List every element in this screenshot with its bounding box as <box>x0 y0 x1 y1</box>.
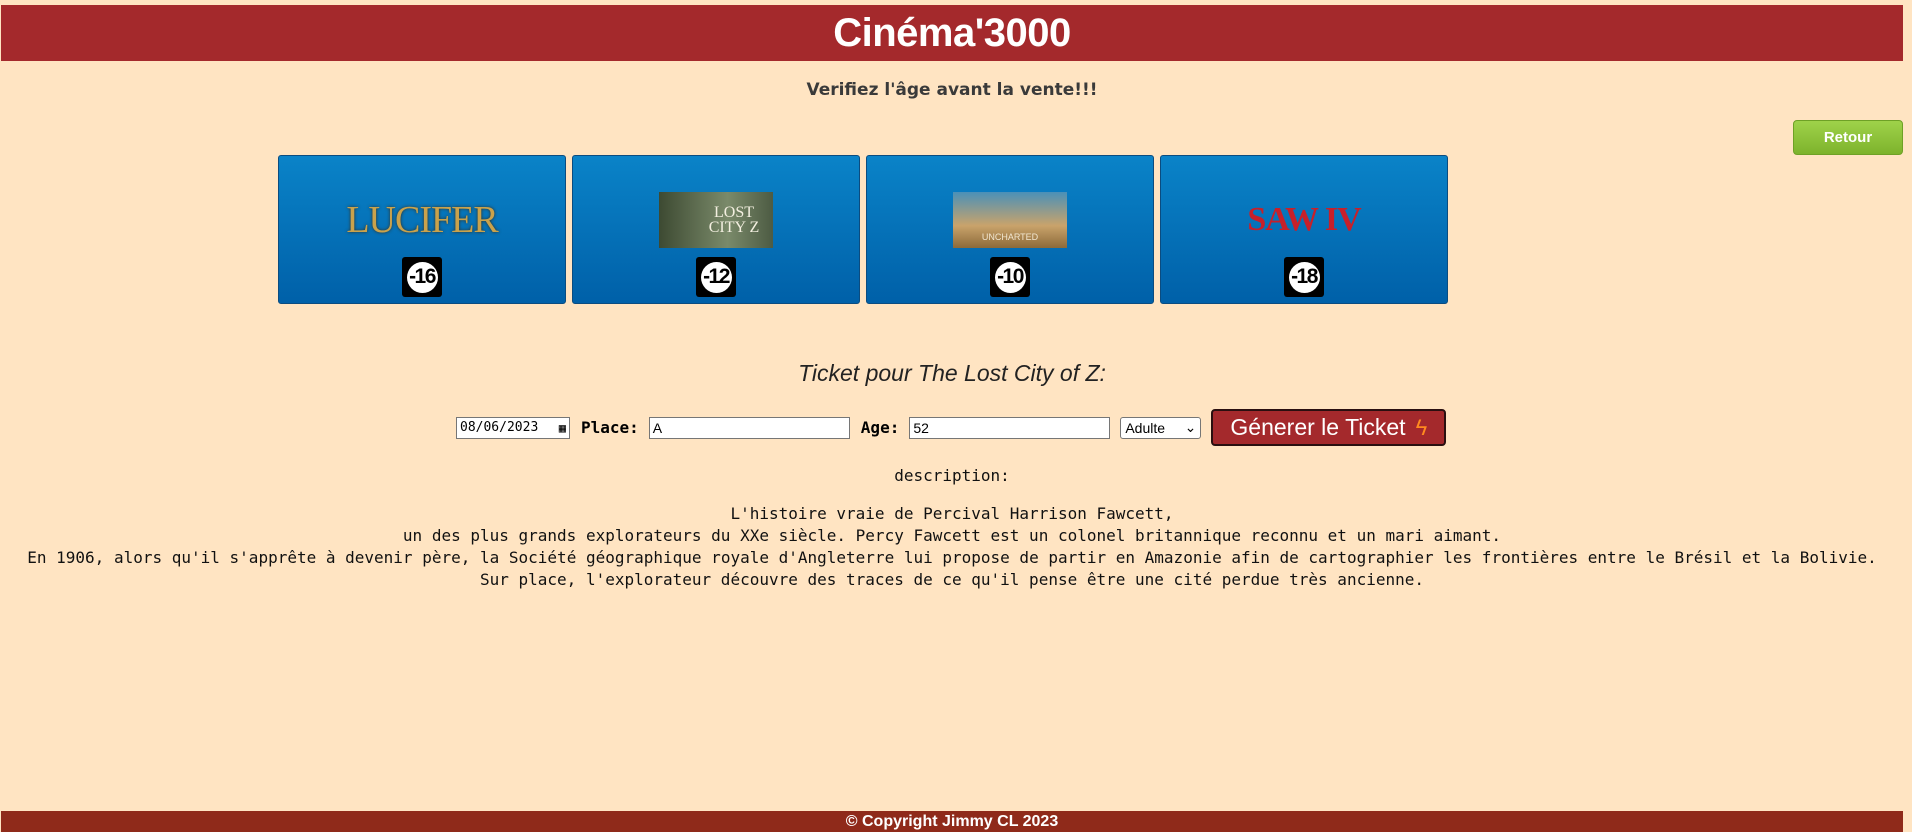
date-value: 08/06/2023 <box>460 420 539 435</box>
film-poster: LOST CITY Z <box>659 192 773 248</box>
ticket-title: Ticket pour The Lost City of Z: <box>798 360 1106 386</box>
age-rating-text: -12 <box>700 261 732 293</box>
poster-title: LOST CITY Z <box>708 204 760 236</box>
age-rating-badge: -12 <box>696 257 736 297</box>
date-input[interactable]: 08/06/2023 ▦ <box>456 416 570 439</box>
poster-title: UNCHARTED <box>981 232 1039 242</box>
copyright-text: © Copyright Jimmy CL 2023 <box>845 812 1059 830</box>
description-label: description: <box>894 466 1010 485</box>
site-footer: © Copyright Jimmy CL 2023 <box>1 811 1903 832</box>
category-select[interactable]: Adulte ⌄ <box>1120 416 1202 439</box>
film-poster: UNCHARTED <box>953 192 1067 248</box>
site-header: Cinéma'3000 <box>1 5 1903 61</box>
age-warning: Verifiez l'âge avant la vente!!! <box>806 80 1098 100</box>
age-label: Age: <box>860 418 900 437</box>
generate-ticket-label: Génerer le Ticket <box>1230 414 1406 440</box>
film-description: description: L'histoire vraie de Perciva… <box>0 466 1904 591</box>
ticket-form: 08/06/2023 ▦ Place: A Age: 52 Adulte ⌄ G… <box>456 409 1447 446</box>
age-rating-text: -18 <box>1288 261 1320 293</box>
film-card-lost-city[interactable]: LOST CITY Z -12 <box>572 155 860 304</box>
age-rating-text: -10 <box>994 261 1026 293</box>
calendar-icon[interactable]: ▦ <box>559 421 566 435</box>
place-label: Place: <box>581 418 639 437</box>
age-rating-badge: -18 <box>1284 257 1324 297</box>
film-card-lucifer[interactable]: LUCIFER -16 <box>278 155 566 304</box>
retour-button[interactable]: Retour <box>1793 120 1903 155</box>
description-line: un des plus grands explorateurs du XXe s… <box>402 526 1502 545</box>
place-input[interactable]: A <box>648 416 850 439</box>
age-rating-text: -16 <box>406 261 438 293</box>
lightning-icon: ϟ <box>1415 414 1428 440</box>
film-card-uncharted[interactable]: UNCHARTED -10 <box>866 155 1154 304</box>
film-poster: SAW IV <box>1247 192 1361 248</box>
film-poster: LUCIFER <box>346 192 498 248</box>
poster-title: LUCIFER <box>346 199 498 241</box>
description-line: Sur place, l'explorateur découvre des tr… <box>479 570 1424 589</box>
generate-ticket-button[interactable]: Génerer le Ticket ϟ <box>1211 409 1447 446</box>
film-list: LUCIFER -16 LOST CITY Z -12 UNCHARTED -1… <box>278 155 1448 304</box>
film-card-saw[interactable]: SAW IV -18 <box>1160 155 1448 304</box>
description-line: L'histoire vraie de Percival Harrison Fa… <box>730 504 1174 523</box>
poster-title: SAW IV <box>1247 201 1361 238</box>
age-rating-badge: -10 <box>990 257 1030 297</box>
site-title: Cinéma'3000 <box>833 10 1071 55</box>
description-line: En 1906, alors qu'il s'apprête à devenir… <box>27 548 1877 567</box>
chevron-down-icon: ⌄ <box>1184 419 1197 435</box>
age-rating-badge: -16 <box>402 257 442 297</box>
age-input[interactable]: 52 <box>909 416 1111 439</box>
category-selected: Adulte <box>1125 419 1166 436</box>
